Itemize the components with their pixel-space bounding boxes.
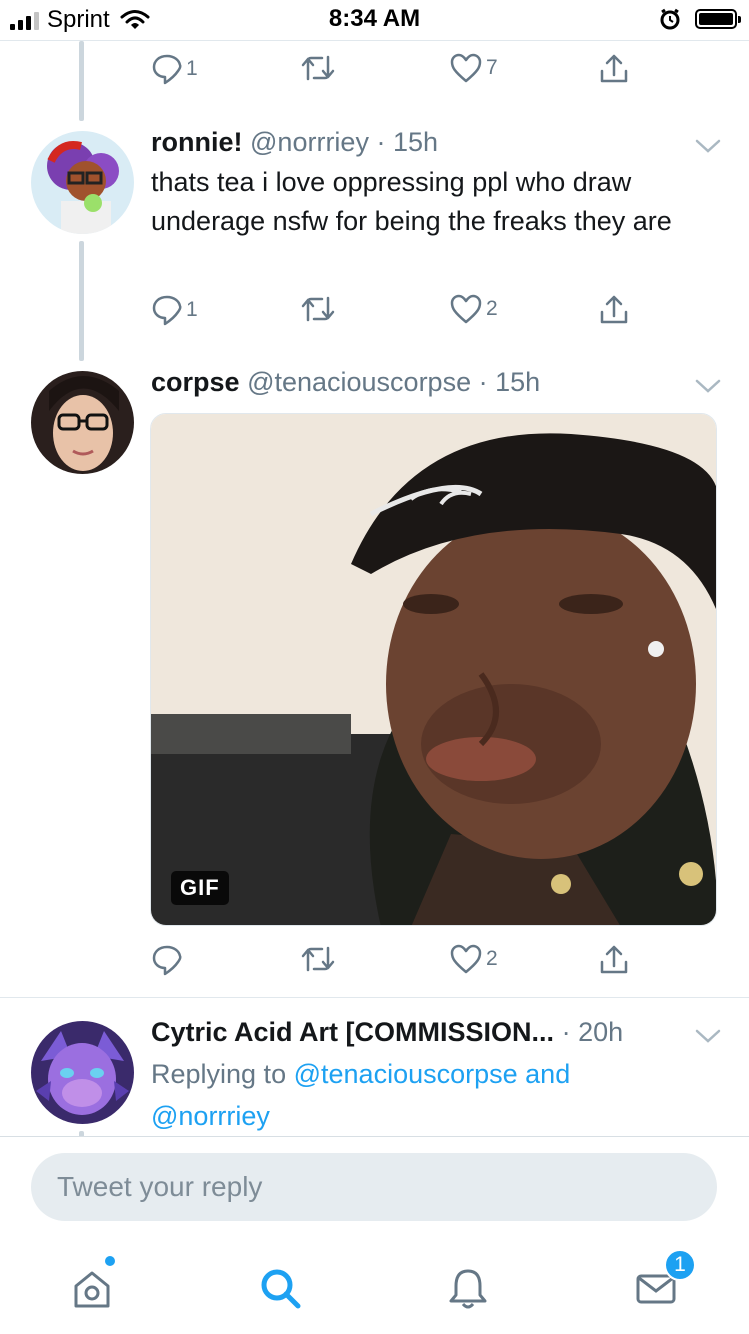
home-icon [74, 1271, 110, 1308]
status-right [659, 8, 741, 30]
reply-count: 1 [186, 298, 198, 321]
replying-user-link[interactable]: @tenaciouscorpse [294, 1059, 518, 1089]
share-icon [600, 295, 628, 324]
separator-dot: · [561, 1017, 571, 1047]
tweet-header: corpse @tenaciouscorpse · 15h [151, 367, 540, 398]
heart-icon [450, 944, 482, 974]
reply-icon [152, 54, 182, 85]
search-icon [261, 1269, 301, 1309]
reply-button[interactable]: 1 [152, 294, 198, 326]
share-button[interactable] [598, 294, 630, 326]
share-button[interactable] [598, 944, 630, 976]
gif-badge: GIF [171, 871, 229, 905]
tweet-thread[interactable]: 1 7 ronnie! @norrriey · 15h thats tea i … [0, 40, 749, 1137]
tweet-time: 20h [578, 1017, 624, 1047]
tweet-time: 15h [495, 367, 541, 397]
battery-icon [695, 9, 741, 29]
share-icon [600, 54, 628, 83]
like-count: 7 [486, 56, 498, 79]
like-button[interactable]: 7 [450, 53, 498, 83]
tab-notifications[interactable] [438, 1258, 498, 1318]
avatar[interactable] [31, 1021, 134, 1124]
tweet-media-gif[interactable]: GIF [150, 413, 717, 926]
like-count: 2 [486, 947, 498, 970]
user-handle[interactable]: @tenaciouscorpse [247, 367, 471, 397]
tweet-actions: 2 [150, 944, 650, 978]
avatar[interactable] [31, 131, 134, 234]
status-bar: Sprint 8:34 AM [0, 0, 749, 40]
thread-line [79, 41, 84, 121]
tab-home[interactable] [62, 1258, 122, 1318]
like-button[interactable]: 2 [450, 294, 498, 324]
tweet-text: thats tea i love oppressing ppl who draw… [151, 167, 672, 236]
reply-icon [152, 945, 182, 976]
user-handle[interactable]: @norrriey [250, 127, 369, 157]
retweet-button[interactable] [300, 944, 340, 974]
reply-bar [0, 1136, 749, 1237]
tweet-time: 15h [392, 127, 439, 157]
display-name[interactable]: corpse [151, 367, 240, 397]
display-name[interactable]: ronnie! [151, 127, 243, 157]
share-icon [600, 945, 628, 974]
heart-icon [450, 294, 482, 324]
home-unread-dot [105, 1256, 115, 1266]
separator-dot: · [376, 127, 386, 157]
retweet-button[interactable] [300, 294, 340, 324]
tab-search[interactable] [250, 1258, 310, 1318]
bell-icon [449, 1269, 487, 1309]
like-button[interactable]: 2 [450, 944, 498, 974]
share-button[interactable] [598, 53, 630, 85]
chevron-down-icon[interactable] [694, 1026, 722, 1046]
retweet-icon [301, 946, 335, 972]
replying-user-link[interactable]: @norrriey [151, 1101, 270, 1131]
tweet-actions: 1 7 [150, 53, 650, 87]
reply-count: 1 [186, 57, 198, 80]
display-name[interactable]: Cytric Acid Art [COMMISSION... [151, 1017, 554, 1047]
gif-image [151, 414, 716, 925]
messages-badge: 1 [664, 1249, 696, 1281]
tweet-header: ronnie! @norrriey · 15h [151, 127, 438, 158]
alarm-icon [660, 8, 680, 30]
tweet-header: Cytric Acid Art [COMMISSION... · 20h [151, 1017, 623, 1048]
replying-prefix: Replying to [151, 1059, 287, 1089]
avatar[interactable] [31, 371, 134, 474]
replying-to: Replying to @tenaciouscorpse and @norrri… [151, 1053, 711, 1137]
tweet-divider [0, 997, 749, 998]
reply-icon [152, 295, 182, 326]
tweet-actions: 1 2 [150, 294, 650, 328]
retweet-icon [301, 55, 335, 81]
tab-bar: 1 [0, 1236, 749, 1334]
chevron-down-icon[interactable] [694, 136, 722, 156]
separator-dot: · [478, 367, 488, 397]
retweet-button[interactable] [300, 53, 336, 83]
tweet-reply-input[interactable] [31, 1153, 717, 1221]
reply-button[interactable] [152, 944, 186, 976]
replying-and: and [525, 1059, 571, 1089]
retweet-icon [301, 296, 335, 322]
thread-line [79, 241, 84, 361]
chevron-down-icon[interactable] [694, 376, 722, 396]
status-time: 8:34 AM [328, 5, 421, 32]
heart-icon [450, 53, 482, 83]
like-count: 2 [486, 297, 498, 320]
reply-button[interactable]: 1 [152, 53, 198, 85]
